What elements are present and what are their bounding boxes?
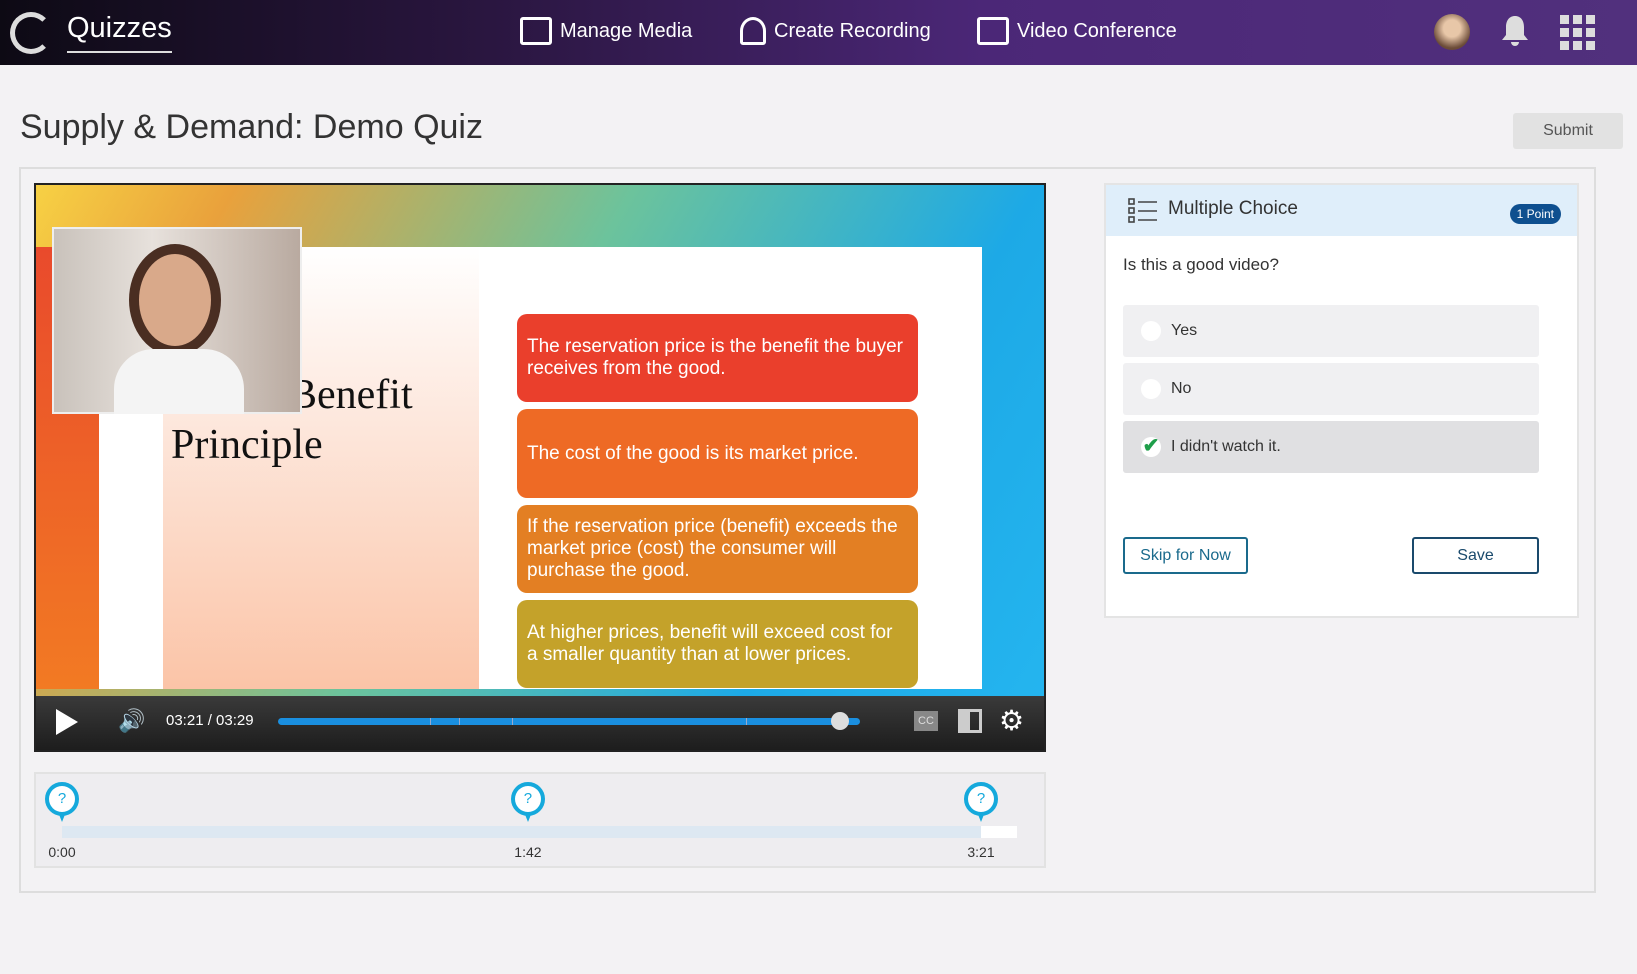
seek-bar[interactable]	[278, 718, 860, 725]
question-timeline: ? 0:00? 1:42? 3:21	[34, 772, 1046, 868]
nav-label: Create Recording	[774, 19, 931, 42]
slide-box: At higher prices, benefit will exceed co…	[517, 600, 918, 688]
top-nav-bar: Quizzes Manage Media Create Recording Vi…	[0, 0, 1637, 65]
time-display: 03:21 / 03:29	[166, 712, 254, 729]
media-icon	[520, 17, 552, 45]
seek-handle[interactable]	[831, 712, 850, 730]
recording-icon	[740, 17, 766, 45]
list-icon	[1128, 198, 1157, 223]
radio-icon[interactable]	[1141, 321, 1161, 341]
option-didnt-watch[interactable]: ✔ I didn't watch it.	[1123, 421, 1539, 473]
nav-create-recording[interactable]: Create Recording	[740, 17, 931, 45]
question-type: Multiple Choice	[1168, 198, 1298, 219]
page-title: Supply & Demand: Demo Quiz	[20, 108, 483, 146]
sidebar-layout-icon[interactable]	[958, 709, 982, 733]
timeline-track[interactable]	[62, 826, 1017, 838]
marker-time-label: 0:00	[48, 844, 76, 860]
nav-manage-media[interactable]: Manage Media	[520, 17, 692, 45]
slide-box: The cost of the good is its market price…	[517, 409, 918, 498]
question-marker-icon: ?	[49, 786, 75, 812]
slide-title-line1: Benefit	[289, 372, 413, 418]
nav-label: Manage Media	[560, 19, 693, 42]
question-marker[interactable]: ?	[45, 782, 79, 822]
question-header: Multiple Choice 1 Point	[1106, 185, 1577, 236]
player-controls: 🔊 03:21 / 03:29 CC ⚙	[36, 696, 1044, 750]
webcam-overlay[interactable]	[52, 227, 302, 414]
option-label: No	[1171, 380, 1192, 397]
slide-box: If the reservation price (benefit) excee…	[517, 505, 918, 593]
option-label: Yes	[1171, 322, 1198, 339]
user-avatar[interactable]	[1434, 14, 1470, 50]
slide-title-line2: Principle	[171, 422, 323, 468]
radio-icon[interactable]	[1141, 379, 1161, 399]
skip-for-now-button[interactable]: Skip for Now	[1123, 537, 1248, 574]
marker-time-label: 3:21	[967, 844, 995, 860]
submit-button[interactable]: Submit	[1513, 113, 1623, 149]
video-player[interactable]: Benefit Principle The reservation price …	[34, 183, 1046, 752]
captions-button[interactable]: CC	[914, 711, 938, 731]
question-card: Multiple Choice 1 Point Is this a good v…	[1104, 183, 1579, 618]
marker-time-label: 1:42	[514, 844, 542, 860]
points-badge: 1 Point	[1509, 204, 1561, 224]
save-button[interactable]: Save	[1412, 537, 1539, 574]
gear-icon[interactable]: ⚙	[999, 704, 1024, 737]
slide-box: The reservation price is the benefit the…	[517, 314, 918, 402]
question-marker-icon: ?	[968, 786, 994, 812]
nav-video-conference[interactable]: Video Conference	[977, 17, 1177, 45]
option-label: I didn't watch it.	[1171, 438, 1281, 455]
quizzes-logo-icon[interactable]	[10, 12, 52, 54]
question-marker[interactable]: ?	[510, 782, 545, 822]
checkmark-icon[interactable]: ✔	[1141, 436, 1161, 457]
option-yes[interactable]: Yes	[1123, 305, 1539, 357]
question-marker-icon: ?	[514, 786, 541, 812]
nav-label: Video Conference	[1017, 19, 1177, 42]
question-marker[interactable]: ?	[964, 782, 998, 822]
apps-grid-icon[interactable]	[1560, 15, 1595, 50]
option-no[interactable]: No	[1123, 363, 1539, 415]
app-title[interactable]: Quizzes	[67, 12, 172, 53]
question-text: Is this a good video?	[1123, 255, 1279, 274]
play-icon[interactable]	[56, 709, 78, 735]
bell-icon[interactable]	[1500, 14, 1530, 48]
volume-icon[interactable]: 🔊	[118, 708, 145, 734]
conference-icon	[977, 17, 1009, 45]
